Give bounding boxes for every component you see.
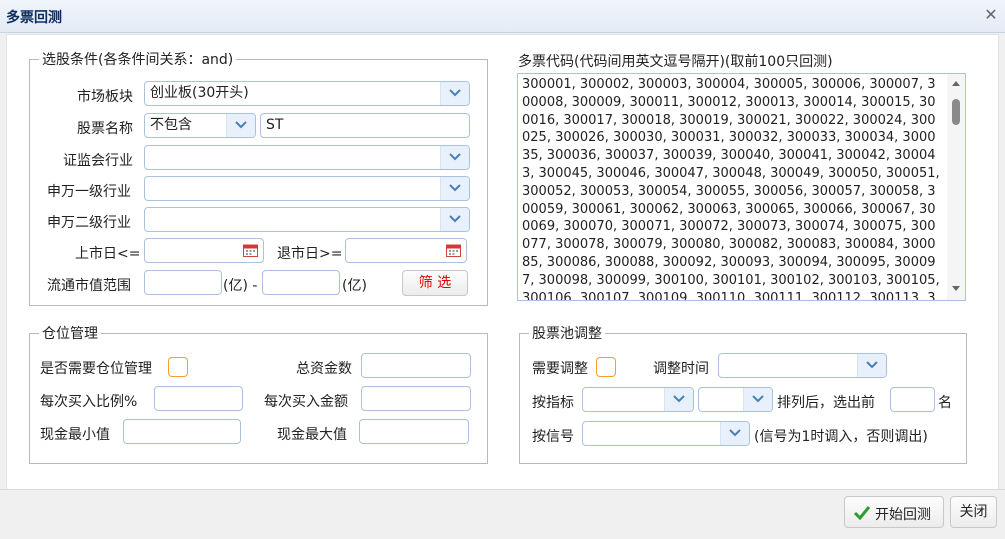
rank-unit: 名 [938,395,952,411]
position-legend: 仓位管理 [42,326,98,342]
calendar-icon[interactable] [446,243,461,257]
chevron-down-icon[interactable] [743,388,772,411]
csrc-industry-select[interactable] [144,145,470,170]
cap-max-input[interactable] [262,270,340,295]
cap-unit-1: (亿) - [223,278,258,294]
total-capital-input[interactable] [361,353,471,378]
buy-ratio-label: 每次买入比例% [40,394,138,410]
scrollbar[interactable] [947,74,965,300]
scroll-down-icon[interactable] [952,286,960,292]
position-need-checkbox[interactable] [168,357,188,377]
market-select[interactable]: 创业板(30开头) [144,81,470,106]
name-mode-select[interactable]: 不包含 [144,113,256,138]
checkmark-icon [853,506,871,521]
delist-date-input[interactable] [345,238,467,263]
delist-date-label: 退市日>= [277,246,343,262]
codes-label: 多票代码(代码间用英文逗号隔开)(取前100只回测) [518,54,833,70]
cap-min-input[interactable] [144,270,222,295]
start-backtest-label: 开始回测 [875,507,931,523]
position-need-label: 是否需要仓位管理 [40,361,152,377]
footer-bar: 开始回测 关闭 [0,489,1005,539]
adjust-time-select[interactable] [718,353,887,378]
codes-text: 300001, 300002, 300003, 300004, 300005, … [522,77,940,301]
title-bar: 多票回测 ✕ [0,0,1005,33]
total-capital-label: 总资金数 [296,361,352,377]
max-cash-label: 现金最大值 [277,427,347,443]
list-date-label: 上市日<= [75,246,141,262]
codes-textarea[interactable]: 300001, 300002, 300003, 300004, 300005, … [517,73,966,301]
sw2-industry-select[interactable] [144,207,470,232]
name-label: 股票名称 [77,121,133,137]
buy-amount-input[interactable] [361,386,471,411]
index-select[interactable] [582,387,694,412]
market-label: 市场板块 [77,89,133,105]
rank-text: 排列后，选出前 [777,395,875,411]
signal-select[interactable] [582,421,750,446]
by-signal-label: 按信号 [532,429,574,445]
scroll-up-icon[interactable] [952,80,960,86]
order-select[interactable] [698,387,773,412]
min-cash-input[interactable] [123,419,241,444]
rank-count-input[interactable] [890,387,935,412]
calendar-icon[interactable] [243,243,258,257]
start-backtest-button[interactable]: 开始回测 [844,496,944,528]
pool-legend: 股票池调整 [532,326,602,342]
chevron-down-icon[interactable] [440,177,469,200]
cap-unit-2: (亿) [342,278,367,294]
chevron-down-icon[interactable] [720,422,749,445]
window-title: 多票回测 [6,10,62,26]
close-button[interactable]: 关闭 [950,496,997,528]
name-mode-value: 不包含 [150,117,192,133]
chevron-down-icon[interactable] [440,82,469,105]
chevron-down-icon[interactable] [440,208,469,231]
by-index-label: 按指标 [532,395,574,411]
scroll-thumb[interactable] [952,99,960,125]
chevron-down-icon[interactable] [664,388,693,411]
stock-filter-legend: 选股条件(各条件间关系：and) [42,52,234,68]
market-cap-label: 流通市值范围 [47,278,131,294]
chevron-down-icon[interactable] [857,354,886,377]
signal-note: (信号为1时调入，否则调出) [754,429,928,445]
min-cash-label: 现金最小值 [40,427,110,443]
list-date-input[interactable] [144,238,264,263]
chevron-down-icon[interactable] [440,146,469,169]
market-value: 创业板(30开头) [150,85,249,101]
sw2-industry-label: 申万二级行业 [47,215,131,231]
filter-button[interactable]: 筛 选 [402,270,468,296]
pool-need-checkbox[interactable] [596,357,616,377]
chevron-down-icon[interactable] [226,114,255,137]
buy-amount-label: 每次买入金额 [264,394,348,410]
adjust-time-label: 调整时间 [653,361,709,377]
max-cash-input[interactable] [359,419,469,444]
dialog-content: 选股条件(各条件间关系：and) 市场板块 创业板(30开头) 股票名称 不包含… [6,34,999,490]
buy-ratio-input[interactable] [154,386,243,411]
name-text-input[interactable]: ST [260,113,470,138]
close-icon[interactable]: ✕ [983,7,999,23]
sw1-industry-select[interactable] [144,176,470,201]
csrc-industry-label: 证监会行业 [63,153,133,169]
pool-need-label: 需要调整 [532,361,588,377]
sw1-industry-label: 申万一级行业 [47,184,131,200]
